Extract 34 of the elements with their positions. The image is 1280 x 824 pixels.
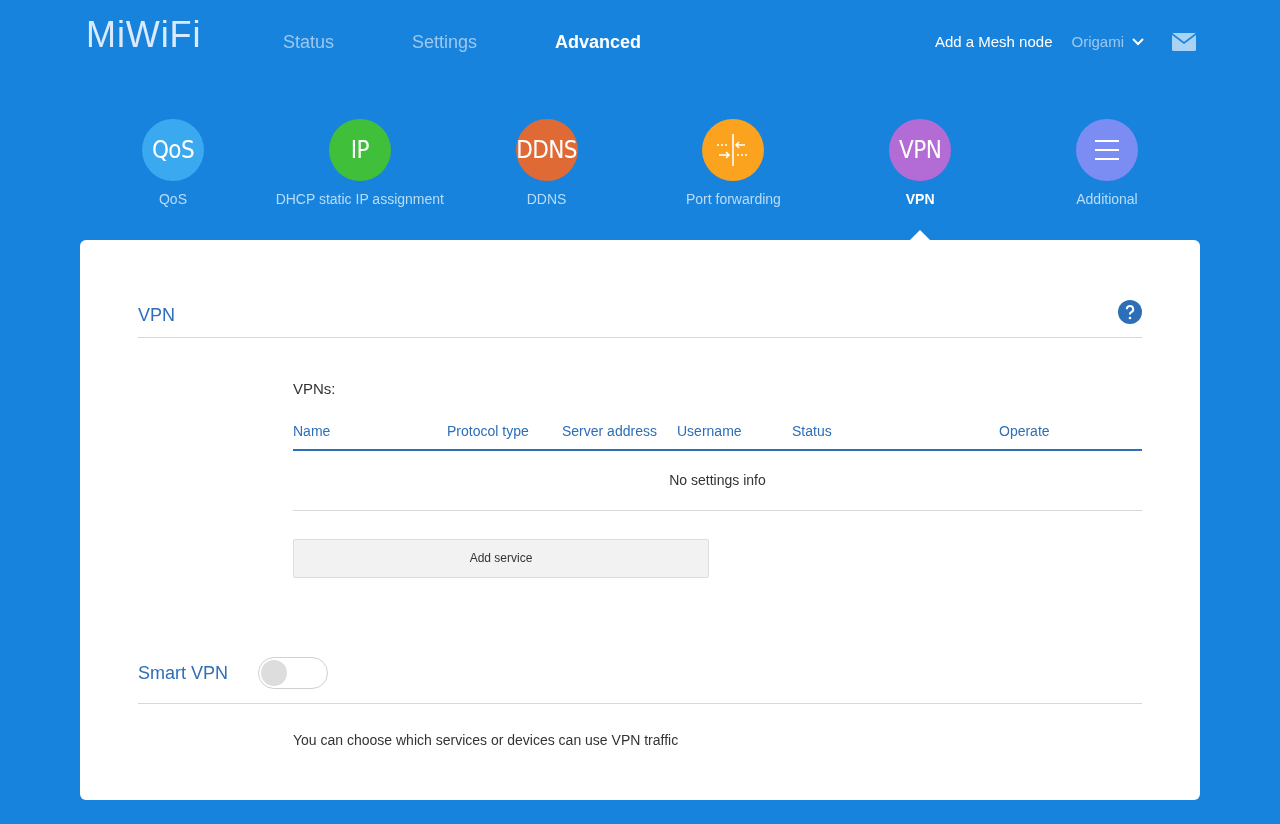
feature-badge: QoS (142, 119, 204, 181)
feature-link[interactable]: DDNS (526, 189, 567, 210)
nav-tab[interactable]: Settings (385, 28, 505, 56)
section-title: VPN (138, 304, 175, 327)
chevron-down-icon (1132, 38, 1144, 46)
column-header: Username (677, 421, 743, 441)
add-mesh-node-link[interactable]: Add a Mesh node (934, 30, 1053, 54)
toggle-switch[interactable] (258, 657, 328, 689)
help-icon[interactable] (1118, 299, 1142, 324)
feature-link[interactable]: DHCP static IP assignment (275, 189, 444, 210)
section-title: Smart VPN (138, 661, 230, 685)
feature-badge: IP (328, 119, 391, 181)
add-service-button[interactable]: Add service (293, 538, 709, 578)
column-header: Protocol type (447, 421, 530, 441)
column-header: Status (792, 421, 833, 441)
feature-link[interactable]: QoS (159, 189, 187, 210)
logo[interactable]: MiWiFi (86, 8, 256, 62)
feature-badge: DDNS (515, 119, 578, 181)
list-label: VPNs: (293, 379, 337, 399)
column-header: Name (293, 421, 332, 441)
description-text: You can choose which services or devices can use VPN traffic (292, 730, 680, 750)
feature-link[interactable]: VPN (905, 189, 935, 210)
feature-link[interactable]: Additional (1076, 189, 1138, 210)
column-header: Operate (999, 421, 1051, 441)
nav-tab[interactable]: Advanced (528, 28, 669, 56)
feature-badge: VPN (889, 119, 952, 181)
user-menu[interactable]: Origami (1071, 30, 1144, 54)
mail-icon[interactable] (1172, 33, 1196, 51)
toggle-knob (261, 660, 287, 686)
nav-tab[interactable]: Status (256, 28, 362, 56)
menu-icon (1094, 139, 1120, 161)
empty-message: No settings info (669, 470, 766, 490)
column-header: Server address (562, 421, 658, 441)
feature-link[interactable]: Port forwarding (685, 189, 781, 210)
